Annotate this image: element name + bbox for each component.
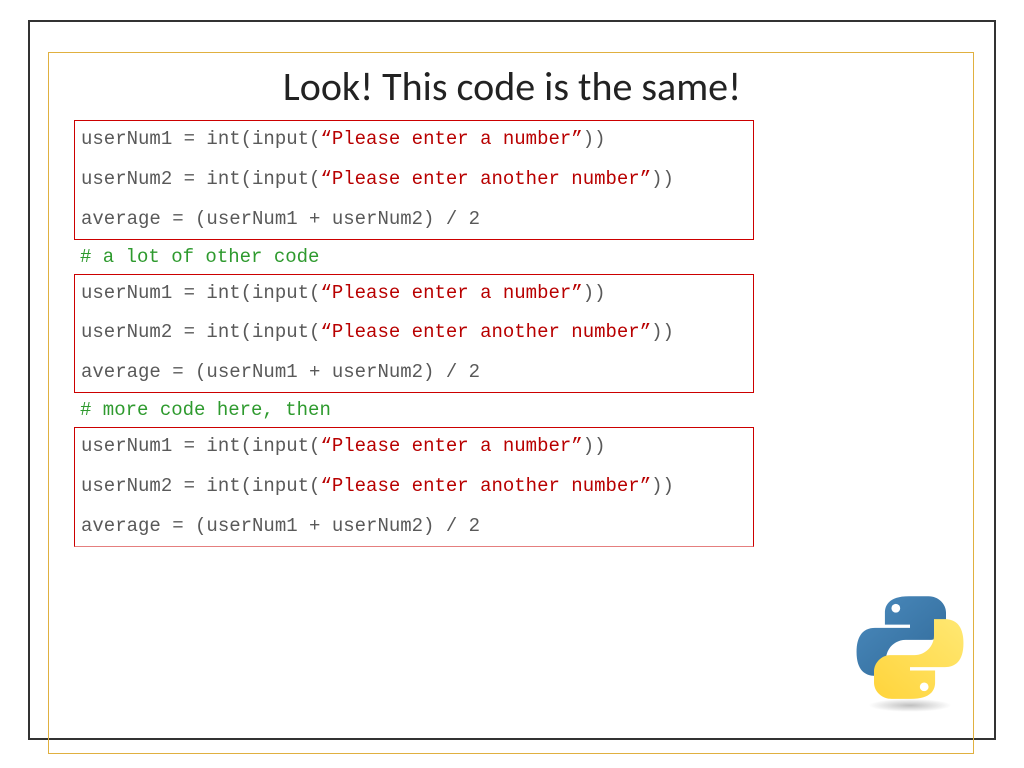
- code-line: userNum1 = int(input(“Please enter a num…: [81, 129, 747, 151]
- code-block-3: userNum1 = int(input(“Please enter a num…: [74, 427, 754, 547]
- code-block-1: userNum1 = int(input(“Please enter a num…: [74, 120, 754, 240]
- code-line: userNum2 = int(input(“Please enter anoth…: [81, 169, 747, 191]
- code-line: userNum1 = int(input(“Please enter a num…: [81, 283, 747, 305]
- slide-title: Look! This code is the same!: [0, 62, 1024, 111]
- code-line: average = (userNum1 + userNum2) / 2: [81, 209, 747, 231]
- code-line: average = (userNum1 + userNum2) / 2: [81, 362, 747, 384]
- code-comment-2: # more code here, then: [74, 393, 754, 427]
- code-line: average = (userNum1 + userNum2) / 2: [81, 516, 747, 538]
- code-block-2: userNum1 = int(input(“Please enter a num…: [74, 274, 754, 394]
- code-comment-1: # a lot of other code: [74, 240, 754, 274]
- code-line: userNum2 = int(input(“Please enter anoth…: [81, 322, 747, 344]
- code-line: userNum1 = int(input(“Please enter a num…: [81, 436, 747, 458]
- python-logo-icon: [850, 588, 970, 718]
- slide-content: userNum1 = int(input(“Please enter a num…: [74, 120, 754, 547]
- code-line: userNum2 = int(input(“Please enter anoth…: [81, 476, 747, 498]
